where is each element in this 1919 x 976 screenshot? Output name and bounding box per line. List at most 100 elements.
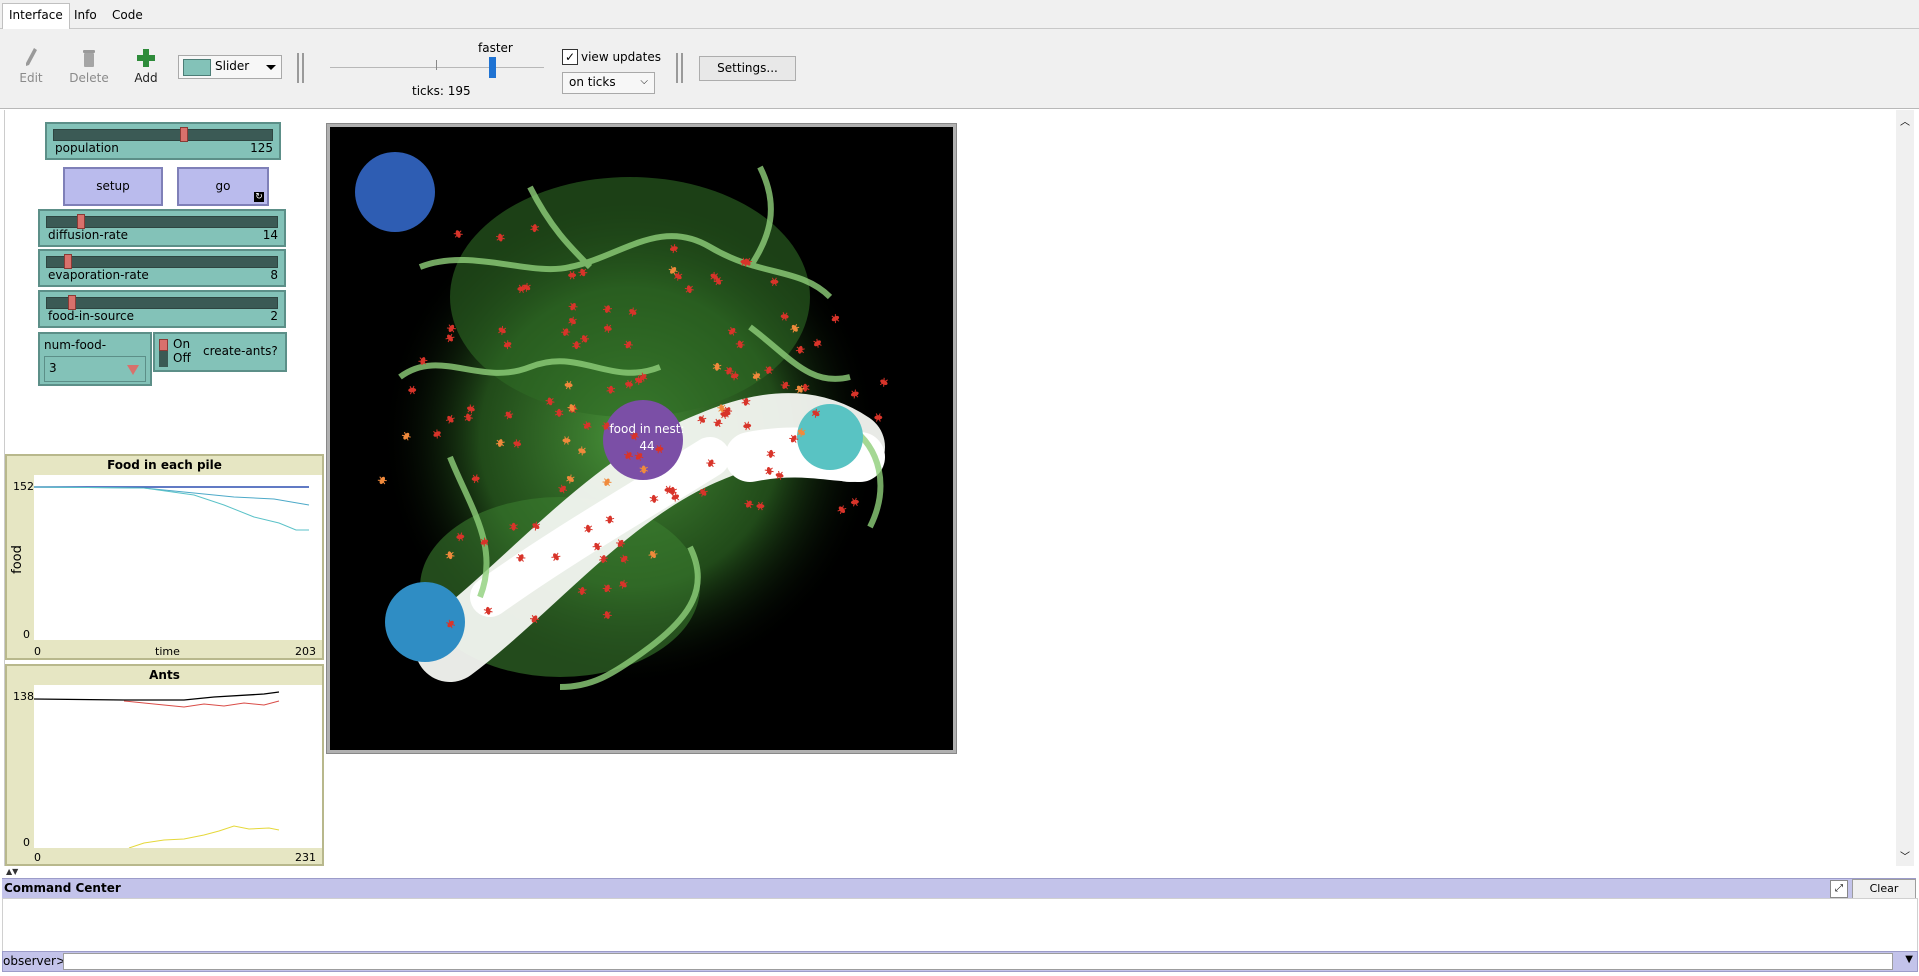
slider-knob[interactable]	[77, 214, 86, 229]
food-plot: Food in each pile 152 0 0 time 203 food	[5, 454, 324, 660]
toolbar-separator	[297, 53, 304, 83]
speed-slider-handle[interactable]	[489, 57, 496, 78]
delete-label: Delete	[69, 71, 109, 85]
triangle-down-icon	[127, 365, 139, 375]
command-input[interactable]	[63, 953, 1893, 970]
speed-label: faster	[478, 41, 513, 55]
tab-info[interactable]: Info	[68, 4, 103, 26]
update-mode-value: on ticks	[569, 75, 616, 89]
plot-canvas	[33, 685, 322, 849]
slider-track	[53, 129, 273, 141]
edit-label: Edit	[19, 71, 43, 85]
pencil-icon	[9, 45, 53, 71]
forever-icon: ↻	[254, 192, 264, 202]
num-food-sources-chooser[interactable]: num-food-sources 3	[38, 332, 152, 386]
carrying-series	[128, 825, 280, 849]
interface-scrollbar[interactable]: ︿ ﹀	[1896, 110, 1914, 866]
chooser-value: 3	[49, 361, 57, 375]
slider-widget-icon	[183, 59, 211, 76]
plot-xmin: 0	[34, 851, 41, 864]
add-button[interactable]: Add	[124, 45, 168, 85]
ants-plot-lines	[33, 691, 280, 849]
switch-knob[interactable]	[159, 339, 168, 351]
slider-label: evaporation-rate	[48, 268, 149, 282]
food-pile-2	[797, 404, 863, 470]
plot-title: Ants	[149, 668, 180, 682]
searching-series	[123, 700, 280, 708]
settings-button[interactable]: Settings...	[699, 56, 796, 81]
slider-value: 125	[250, 141, 273, 155]
delete-button[interactable]: Delete	[67, 45, 111, 85]
tab-interface[interactable]: Interface	[2, 3, 70, 29]
speed-slider-track[interactable]	[330, 67, 544, 68]
diffusion-rate-slider[interactable]: diffusion-rate 14	[38, 209, 286, 247]
update-mode-dropdown[interactable]: on ticks ⌵	[562, 72, 655, 94]
widget-type-dropdown[interactable]: Slider	[178, 55, 282, 79]
go-label: go	[215, 179, 231, 193]
switch-track	[159, 339, 168, 367]
command-center-header: Command Center ⤢ Clear	[2, 878, 1916, 899]
toolbar-separator	[676, 53, 683, 83]
food-in-source-slider[interactable]: food-in-source 2	[38, 290, 286, 328]
scroll-down-icon[interactable]: ﹀	[1900, 848, 1910, 863]
ants-plot: Ants 138 0 0 231	[5, 664, 324, 866]
slider-label: food-in-source	[48, 309, 134, 323]
command-center-title: Command Center	[4, 881, 121, 895]
edit-button[interactable]: Edit	[9, 45, 53, 85]
slider-knob[interactable]	[63, 254, 72, 269]
clear-button[interactable]: Clear	[1852, 879, 1916, 899]
view-updates-checkbox[interactable]: ✓	[562, 49, 578, 65]
setup-button[interactable]: setup	[63, 167, 163, 206]
food-plot-lines	[33, 486, 310, 531]
pile2-series	[33, 486, 309, 531]
command-output[interactable]	[2, 898, 1918, 952]
plot-xmax: 203	[295, 645, 316, 658]
widget-type-value: Slider	[215, 59, 250, 73]
food-pile-1	[355, 152, 435, 232]
slider-label: population	[55, 141, 119, 155]
trash-icon	[67, 45, 111, 71]
switch-on-label: On	[173, 337, 191, 351]
slider-value: 8	[270, 268, 278, 282]
add-label: Add	[134, 71, 158, 85]
nest-label: food in nest: 44	[607, 421, 687, 455]
tab-bar: Interface Info Code	[0, 0, 1919, 29]
slider-value: 2	[270, 309, 278, 323]
plot-xlabel: time	[155, 645, 180, 658]
speed-slider-tick	[436, 60, 437, 70]
total-series	[33, 691, 280, 701]
go-button[interactable]: go ↻	[177, 167, 269, 206]
split-pane-arrows-icon[interactable]: ▲▼	[6, 867, 18, 876]
slider-label: diffusion-rate	[48, 228, 129, 242]
view-updates-label: view updates	[581, 50, 661, 64]
chevron-down-icon[interactable]: ▼	[1905, 954, 1913, 965]
plot-title: Food in each pile	[107, 458, 222, 472]
plot-xmin: 0	[34, 645, 41, 658]
tab-code[interactable]: Code	[106, 4, 149, 26]
plot-ymax: 138	[13, 690, 34, 703]
plot-xmax: 231	[295, 851, 316, 864]
world-view[interactable]: food in nest: 44	[326, 123, 957, 754]
scroll-up-icon[interactable]: ︿	[1900, 113, 1910, 128]
chooser-value-box[interactable]: 3	[44, 356, 146, 382]
slider-knob[interactable]	[180, 127, 189, 142]
evaporation-rate-slider[interactable]: evaporation-rate 8	[38, 249, 286, 287]
slider-track	[46, 256, 278, 268]
slider-track	[46, 297, 278, 309]
pile3-series	[33, 486, 310, 506]
chevron-down-icon	[266, 65, 276, 70]
plot-ymin: 0	[23, 628, 30, 641]
plus-icon	[124, 45, 168, 71]
expand-icon[interactable]: ⤢	[1830, 880, 1848, 898]
slider-knob[interactable]	[68, 295, 77, 310]
chevron-down-icon: ⌵	[640, 76, 648, 87]
switch-off-label: Off	[173, 351, 191, 365]
create-ants-switch[interactable]: On Off create-ants?	[153, 332, 287, 372]
observer-prompt[interactable]: observer>	[3, 954, 66, 968]
nest-label-title: food in nest:	[609, 422, 685, 436]
plot-ylabel: food	[9, 545, 25, 574]
plot-ymin: 0	[23, 836, 30, 849]
population-slider[interactable]: population 125	[45, 122, 281, 160]
switch-label: create-ants?	[203, 344, 278, 358]
plot-ymax: 152	[13, 480, 34, 493]
